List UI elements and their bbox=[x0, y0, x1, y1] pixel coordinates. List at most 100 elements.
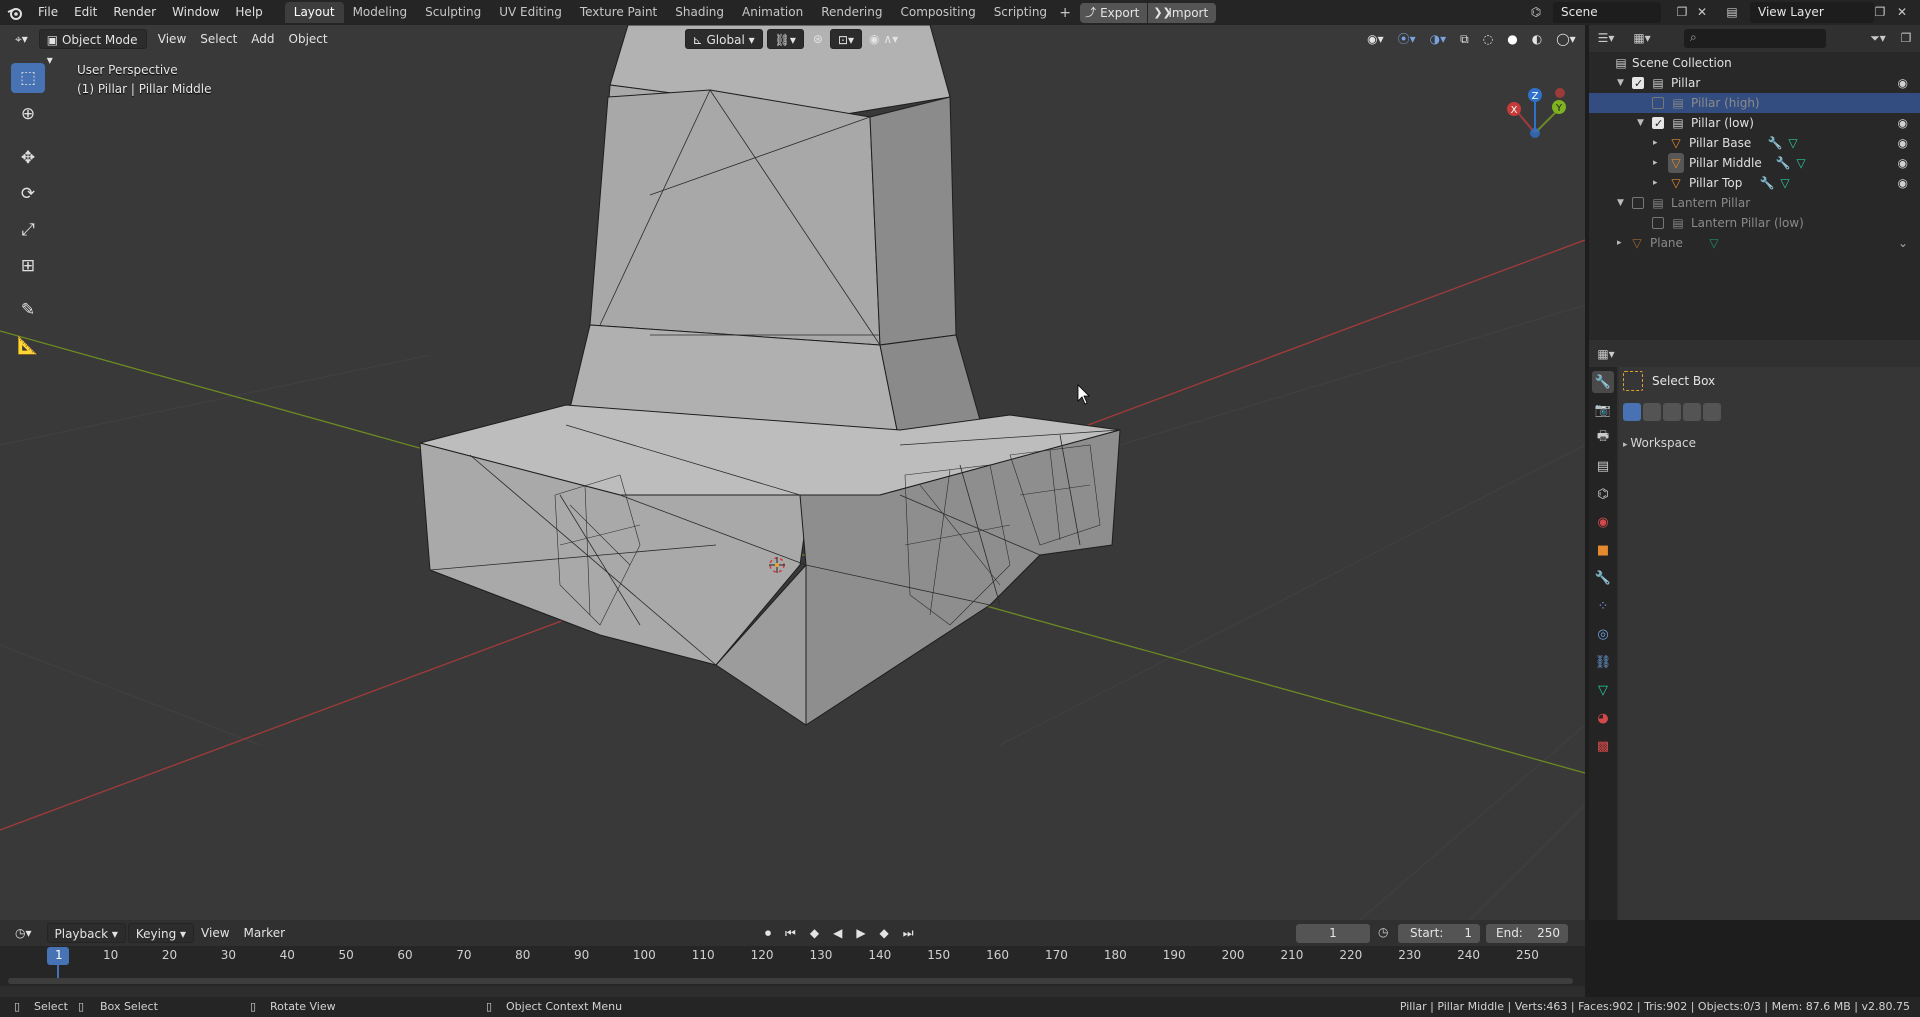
visibility-dropdown[interactable]: ◉▾ bbox=[1360, 29, 1391, 49]
measure-tool-icon[interactable]: 📐 bbox=[11, 331, 45, 361]
timeline-ruler[interactable]: 1 10 20 30 40 50 60 70 80 90 100 110 120 130 140 150 160… bbox=[0, 946, 1585, 986]
wireframe-shading-icon[interactable]: ◌ bbox=[1476, 29, 1500, 49]
select-box-tool-icon[interactable]: ⬚ bbox=[11, 63, 45, 93]
xray-toggle-icon[interactable]: ⧉ bbox=[1453, 29, 1476, 49]
outliner-row-scene-collection[interactable]: ▤ Scene Collection bbox=[1589, 53, 1920, 73]
eye-icon[interactable]: ◉ bbox=[1898, 153, 1908, 173]
chevron-down-icon[interactable]: ⌄ bbox=[1898, 233, 1908, 253]
material-shading-icon[interactable]: ◐ bbox=[1525, 29, 1549, 49]
exclude-checkbox[interactable] bbox=[1652, 114, 1664, 134]
mode-set-icon[interactable] bbox=[1623, 403, 1641, 421]
snap-dropdown[interactable]: ⊡▾ bbox=[829, 28, 863, 49]
tab-shading[interactable]: Shading bbox=[666, 2, 733, 23]
navigation-gizmo[interactable]: Z Y X bbox=[1507, 88, 1566, 138]
exclude-checkbox[interactable] bbox=[1632, 74, 1644, 94]
mode-subtract-icon[interactable] bbox=[1663, 403, 1681, 421]
remove-scene-icon[interactable]: ✕ bbox=[1693, 3, 1711, 21]
menu-render[interactable]: Render bbox=[105, 0, 164, 25]
outliner-row-lantern-pillar[interactable]: ▼ ▤ Lantern Pillar bbox=[1589, 193, 1920, 213]
menu-file[interactable]: File bbox=[30, 0, 66, 25]
tab-compositing[interactable]: Compositing bbox=[891, 2, 984, 23]
eye-icon[interactable]: ◉ bbox=[1898, 133, 1908, 153]
tab-object-icon[interactable]: ■ bbox=[1592, 539, 1614, 561]
view-layer-field[interactable]: View Layer bbox=[1750, 2, 1874, 23]
annotate-tool-icon[interactable]: ✎ bbox=[11, 295, 45, 325]
blender-logo-icon[interactable] bbox=[0, 0, 30, 25]
add-workspace-icon[interactable]: + bbox=[1056, 5, 1074, 21]
tab-material-icon[interactable]: ◕ bbox=[1592, 707, 1614, 729]
tab-particles-icon[interactable]: ⁘ bbox=[1592, 595, 1614, 617]
tab-constraints-icon[interactable]: ⛓ bbox=[1592, 651, 1614, 673]
overlay-toggle-icon[interactable]: ◑▾ bbox=[1423, 29, 1454, 49]
expand-arrow-icon[interactable]: ▸ bbox=[1653, 153, 1658, 173]
tab-world-icon[interactable]: ◉ bbox=[1592, 511, 1614, 533]
timeline-menu-marker[interactable]: Marker bbox=[237, 923, 292, 943]
solid-shading-icon[interactable]: ● bbox=[1500, 29, 1524, 49]
outliner-row-lantern-pillar-low[interactable]: ▤ Lantern Pillar (low) bbox=[1589, 213, 1920, 233]
menu-edit[interactable]: Edit bbox=[66, 0, 105, 25]
tab-modeling[interactable]: Modeling bbox=[344, 2, 417, 23]
menu-help[interactable]: Help bbox=[227, 0, 270, 25]
auto-keying-icon[interactable]: ⏺ bbox=[758, 923, 778, 943]
filter-icon[interactable]: ⏷▾ bbox=[1869, 29, 1887, 47]
eye-icon[interactable]: ◉ bbox=[1898, 113, 1908, 133]
export-button[interactable]: ⤴ Export bbox=[1080, 2, 1148, 23]
proportional-edit-icon[interactable]: ◉ ∧▾ bbox=[862, 29, 905, 49]
tab-scripting[interactable]: Scripting bbox=[985, 2, 1056, 23]
tab-physics-icon[interactable]: ◎ bbox=[1592, 623, 1614, 645]
tab-output-icon[interactable]: 🖶 bbox=[1592, 427, 1614, 449]
jump-start-icon[interactable]: ⏮ bbox=[778, 923, 803, 943]
playback-dropdown[interactable]: Playback ▾ bbox=[46, 923, 126, 943]
mode-intersect-icon[interactable] bbox=[1703, 403, 1721, 421]
outliner-search-input[interactable]: ⌕ bbox=[1684, 29, 1826, 48]
tab-scene-icon[interactable]: ⌬ bbox=[1592, 483, 1614, 505]
viewport-menu-add[interactable]: Add bbox=[244, 29, 281, 49]
move-tool-icon[interactable]: ✥ bbox=[11, 143, 45, 173]
tab-view-layer-icon[interactable]: ▤ bbox=[1592, 455, 1614, 477]
outliner-row-pillar-high[interactable]: ▤ Pillar (high) bbox=[1589, 93, 1920, 113]
exclude-checkbox[interactable] bbox=[1652, 217, 1664, 229]
clock-icon[interactable]: ◷ bbox=[1378, 925, 1388, 939]
rendered-shading-icon[interactable]: ◯▾ bbox=[1549, 29, 1582, 49]
rotate-tool-icon[interactable]: ⟳ bbox=[11, 179, 45, 209]
transform-orientation-dropdown[interactable]: ⊾ Global ▾ bbox=[684, 28, 763, 49]
expand-arrow-icon[interactable]: ▼ bbox=[1637, 113, 1644, 133]
new-collection-icon[interactable]: ❐ bbox=[1897, 29, 1915, 47]
menu-window[interactable]: Window bbox=[164, 0, 227, 25]
viewport-menu-view[interactable]: View bbox=[151, 29, 193, 49]
tab-rendering[interactable]: Rendering bbox=[812, 2, 891, 23]
eye-icon[interactable]: ◉ bbox=[1898, 73, 1908, 93]
expand-arrow-icon[interactable]: ▸ bbox=[1653, 133, 1658, 153]
view-layer-icon[interactable]: ▤ bbox=[1723, 3, 1741, 21]
timeline-editor-type-icon[interactable]: ◷▾ bbox=[8, 923, 39, 943]
snap-toggle-icon[interactable]: ⊛ bbox=[806, 29, 830, 49]
tab-animation[interactable]: Animation bbox=[733, 2, 812, 23]
display-mode-icon[interactable]: ▦▾ bbox=[1633, 29, 1651, 47]
pivot-point-dropdown[interactable]: ⛓▾ bbox=[766, 28, 804, 49]
expand-arrow-icon[interactable]: ▼ bbox=[1617, 193, 1624, 213]
tab-render-icon[interactable]: 📷 bbox=[1592, 399, 1614, 421]
current-frame-field[interactable]: 1 bbox=[1296, 924, 1370, 943]
mode-dropdown[interactable]: ▣ Object Mode ▾ bbox=[38, 28, 147, 67]
start-frame-field[interactable]: Start: 1 bbox=[1398, 924, 1480, 943]
outliner-editor-type-icon[interactable]: ☰▾ bbox=[1597, 29, 1615, 47]
expand-arrow-icon[interactable]: ▸ bbox=[1617, 233, 1622, 253]
scale-tool-icon[interactable]: ⤢ bbox=[11, 215, 45, 245]
outliner-row-pillar-low[interactable]: ▼ ▤ Pillar (low) ◉ bbox=[1589, 113, 1920, 134]
exclude-checkbox[interactable] bbox=[1632, 197, 1644, 209]
viewport-menu-object[interactable]: Object bbox=[282, 29, 335, 49]
workspace-panel-header[interactable]: ▸ Workspace bbox=[1623, 433, 1918, 453]
tab-layout[interactable]: Layout bbox=[284, 2, 344, 23]
scene-icon[interactable]: ⌬ bbox=[1527, 3, 1545, 21]
3d-viewport[interactable]: Z Y X ⌖▾ ▣ Object Mode ▾ View Select Add… bbox=[0, 25, 1585, 920]
jump-keyframe-forward-icon[interactable]: ◆ bbox=[873, 923, 896, 943]
exclude-checkbox[interactable] bbox=[1652, 97, 1664, 109]
expand-arrow-icon[interactable]: ▼ bbox=[1617, 73, 1624, 93]
mode-extend-icon[interactable] bbox=[1643, 403, 1661, 421]
play-icon[interactable]: ▶ bbox=[849, 923, 872, 943]
viewport-menu-select[interactable]: Select bbox=[193, 29, 244, 49]
tab-texture-paint[interactable]: Texture Paint bbox=[571, 2, 666, 23]
tab-sculpting[interactable]: Sculpting bbox=[416, 2, 490, 23]
transform-tool-icon[interactable]: ⊞ bbox=[11, 251, 45, 281]
tab-uv-editing[interactable]: UV Editing bbox=[490, 2, 571, 23]
